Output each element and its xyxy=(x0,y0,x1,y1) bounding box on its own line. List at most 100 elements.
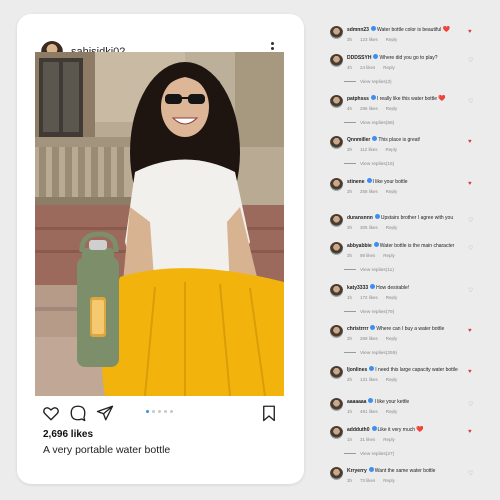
comment-icon[interactable] xyxy=(69,404,87,422)
comment-username[interactable]: DDDSSYH xyxy=(347,55,371,61)
avatar[interactable] xyxy=(330,426,343,439)
comment-text: This place is great! xyxy=(378,137,421,143)
verified-badge-icon xyxy=(371,426,377,431)
comment-likes[interactable]: 258 likes xyxy=(360,189,378,194)
heart-icon[interactable]: ♡ xyxy=(468,401,473,408)
comment-username[interactable]: Krryerry xyxy=(347,468,367,474)
heart-icon[interactable]: ♡ xyxy=(468,245,473,252)
post-photo[interactable] xyxy=(35,52,284,396)
avatar[interactable] xyxy=(330,95,343,108)
heart-icon[interactable]: ♥ xyxy=(468,328,472,334)
likes-count[interactable]: 2,696 likes xyxy=(43,429,93,440)
reply-button[interactable]: Reply xyxy=(386,225,398,230)
reply-button[interactable]: Reply xyxy=(386,106,398,111)
avatar[interactable] xyxy=(330,366,343,379)
carousel-dot[interactable] xyxy=(170,410,173,413)
carousel-dot[interactable] xyxy=(158,410,161,413)
reply-button[interactable]: Reply xyxy=(386,295,398,300)
comment-time: 4h xyxy=(347,65,353,70)
comment-emoji: ❤️ xyxy=(442,27,451,33)
comment-username[interactable]: ljonlines xyxy=(347,367,367,373)
comment-text: I really like this water bottle xyxy=(376,96,437,102)
reply-button[interactable]: Reply xyxy=(385,147,397,152)
reply-button[interactable]: Reply xyxy=(386,37,398,42)
comment-username[interactable]: christrrrr xyxy=(347,326,368,332)
comment-likes[interactable]: 172 likes xyxy=(360,295,378,300)
reply-button[interactable]: Reply xyxy=(383,253,395,258)
avatar[interactable] xyxy=(330,214,343,227)
carousel-indicator xyxy=(146,410,173,413)
bookmark-icon[interactable] xyxy=(260,404,278,422)
verified-badge-icon xyxy=(370,284,376,289)
verified-badge-icon xyxy=(368,398,374,403)
reply-button[interactable]: Reply xyxy=(386,377,398,382)
reply-button[interactable]: Reply xyxy=(383,65,395,70)
avatar[interactable] xyxy=(330,26,343,39)
comment-likes[interactable]: 112 likes xyxy=(360,147,377,152)
heart-icon[interactable]: ♡ xyxy=(468,470,473,477)
avatar[interactable] xyxy=(330,178,343,191)
avatar[interactable] xyxy=(330,325,343,338)
comment-text: How desirable! xyxy=(376,285,410,291)
avatar[interactable] xyxy=(330,136,343,149)
comment-username[interactable]: Qnnmiller xyxy=(347,137,370,143)
heart-icon[interactable]: ♡ xyxy=(468,57,473,64)
heart-icon[interactable]: ♥ xyxy=(468,181,472,187)
avatar[interactable] xyxy=(330,242,343,255)
verified-badge-icon xyxy=(366,178,372,183)
comment-likes[interactable]: 269 likes xyxy=(360,336,378,341)
heart-icon[interactable]: ♥ xyxy=(468,29,472,35)
comment-likes[interactable]: 123 likes xyxy=(360,37,378,42)
verified-badge-icon xyxy=(373,242,379,247)
comment-likes[interactable]: 286 likes xyxy=(360,106,378,111)
comment-username[interactable]: duransnnn xyxy=(347,215,373,221)
comment-likes[interactable]: 305 likes xyxy=(360,225,378,230)
comment-username[interactable]: addduth0 xyxy=(347,427,370,433)
view-replies-link[interactable]: View replies(27) xyxy=(344,452,394,457)
heart-icon[interactable]: ♥ xyxy=(468,429,472,435)
comment-username[interactable]: katy3333 xyxy=(347,285,368,291)
heart-icon[interactable] xyxy=(42,404,60,422)
share-icon[interactable] xyxy=(96,404,114,422)
reply-button[interactable]: Reply xyxy=(386,336,398,341)
verified-badge-icon xyxy=(370,26,376,31)
comment-likes[interactable]: 98 likes xyxy=(360,253,375,258)
heart-icon[interactable]: ♥ xyxy=(468,139,472,145)
view-replies-link[interactable]: View replies(15) xyxy=(344,162,394,167)
comment-likes[interactable]: 491 likes xyxy=(360,409,378,414)
comment-likes[interactable]: 31 likes xyxy=(360,437,375,442)
view-replies-link[interactable]: View replies(11) xyxy=(344,268,394,273)
carousel-dot[interactable] xyxy=(146,410,149,413)
comment-username[interactable]: stinene xyxy=(347,179,365,185)
view-replies-link[interactable]: View replies(3) xyxy=(344,80,392,85)
comment-likes[interactable]: 73 likes xyxy=(360,478,375,483)
carousel-dot[interactable] xyxy=(152,410,155,413)
reply-button[interactable]: Reply xyxy=(386,409,398,414)
comment-text: I need this large capacity water bottle xyxy=(375,367,458,373)
view-replies-link[interactable]: View replies(79) xyxy=(344,310,394,315)
comment-username[interactable]: patphsss xyxy=(347,96,369,102)
avatar[interactable] xyxy=(330,54,343,67)
heart-icon[interactable]: ♡ xyxy=(468,217,473,224)
heart-icon[interactable]: ♥ xyxy=(468,369,472,375)
heart-icon[interactable]: ♡ xyxy=(468,98,473,105)
comment-text: Like it very much xyxy=(377,427,416,433)
avatar[interactable] xyxy=(330,398,343,411)
comment-username[interactable]: aaaaaaa xyxy=(347,399,366,405)
avatar[interactable] xyxy=(330,467,343,480)
reply-button[interactable]: Reply xyxy=(383,437,395,442)
comment-likes[interactable]: 131 likes xyxy=(360,377,378,382)
view-replies-link[interactable]: View replies(259) xyxy=(344,351,397,356)
avatar[interactable] xyxy=(330,284,343,297)
comment-likes[interactable]: 24 likes xyxy=(360,65,375,70)
comment-time: 2h xyxy=(347,377,353,382)
heart-icon[interactable]: ♡ xyxy=(468,287,473,294)
carousel-dot[interactable] xyxy=(164,410,167,413)
comment-username[interactable]: sdmnn23 xyxy=(347,27,369,33)
reply-button[interactable]: Reply xyxy=(386,189,398,194)
view-replies-link[interactable]: View replies(58) xyxy=(344,121,394,126)
comment-time: 3h xyxy=(347,147,353,152)
reply-button[interactable]: Reply xyxy=(383,478,395,483)
comment-text: Upstairs brother I agree with you xyxy=(380,215,454,221)
comment-username[interactable]: abbyabbie xyxy=(347,243,372,249)
